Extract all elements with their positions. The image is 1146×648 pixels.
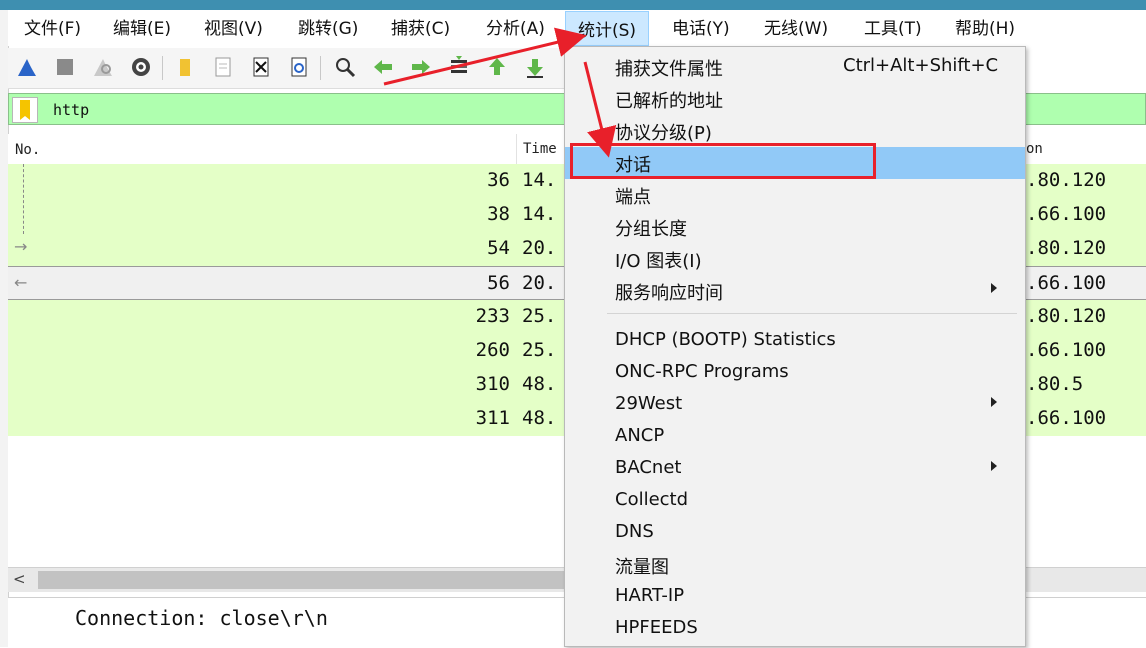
annotation-arrow-to-menu: [383, 27, 587, 86]
annotation-arrow-to-item: [583, 61, 617, 158]
annotation-arrows: [383, 27, 617, 158]
